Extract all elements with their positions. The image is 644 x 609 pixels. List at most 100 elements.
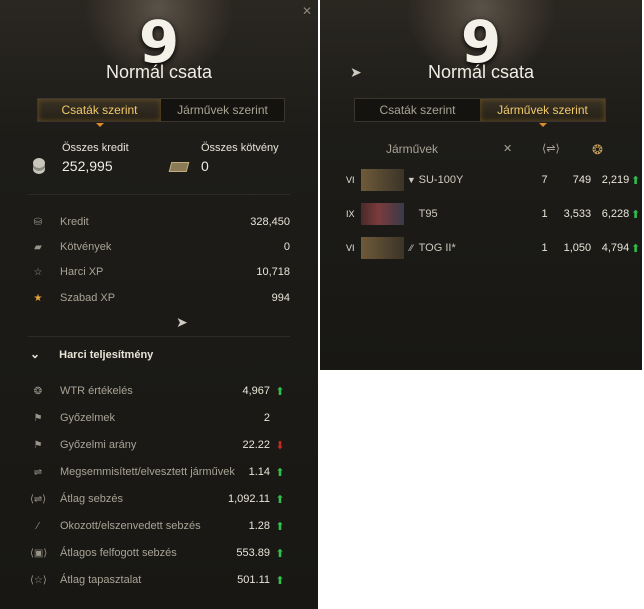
performance-label: Átlag sebzés <box>60 493 123 505</box>
stat-label: Harci XP <box>60 266 104 278</box>
trend-up-icon: ⬆ <box>275 466 285 479</box>
battle-mode-title: Normál csata <box>105 62 213 82</box>
stat-row-bonds: ▰ Kötvények 0 <box>30 237 290 257</box>
stat-label: Szabad XP <box>60 292 116 304</box>
bond-icon: ▰ <box>34 241 42 253</box>
performance-value: 1.28 <box>248 520 270 532</box>
stat-label: Kredit <box>60 216 89 228</box>
vehicle-marker-icon: ⁄⁄ <box>409 243 413 253</box>
vehicle-name: T95 <box>418 208 438 220</box>
wtr-icon: ❂ <box>33 385 43 397</box>
tank-icon <box>360 169 405 191</box>
tank-icon <box>360 237 405 259</box>
performance-value: 2 <box>263 412 270 424</box>
performance-label: Okozott/elszenvedett sebzés <box>60 520 201 532</box>
vehicle-damage: 749 <box>572 174 592 186</box>
kill-death-icon: ⇌ <box>33 466 43 478</box>
vehicle-tier: VI <box>346 175 355 185</box>
trend-up-icon: ⬆ <box>275 520 285 533</box>
trend-down-icon: ⬇ <box>275 439 285 452</box>
trend-up-icon: ⬆ <box>275 493 285 506</box>
stat-value: 0 <box>283 241 290 253</box>
performance-row: ⚑ Győzelmek 2 <box>30 408 290 428</box>
battle-results-panel-by-battles: 9 ✕ Normál csata Csaták szerint Járművek… <box>0 0 318 609</box>
performance-value: 501.11 <box>237 574 270 586</box>
combat-xp-icon: ☆ <box>33 266 43 278</box>
damage-ratio-icon: ⁄ <box>37 520 39 532</box>
stat-value: 328,450 <box>250 216 290 228</box>
tab-by-vehicles[interactable]: Járművek szerint <box>480 99 605 127</box>
free-xp-icon: ★ <box>33 292 43 304</box>
performance-value: 4,967 <box>242 385 270 397</box>
bonds-icon <box>168 162 190 172</box>
performance-label: Győzelmi arány <box>60 439 137 451</box>
total-bonds-label: Összes kötvény <box>201 142 279 154</box>
trend-up-icon: ⬆ <box>275 547 285 560</box>
vehicle-name: SU-100Y <box>418 174 464 186</box>
vehicle-damage: 1,050 <box>563 242 592 254</box>
performance-value: 22.22 <box>242 439 270 451</box>
total-credits-value: 252,995 <box>62 158 113 174</box>
vehicle-battles: 1 <box>541 242 548 254</box>
performance-row: ⚑ Győzelmi arány 22.22 ⬇ <box>30 435 290 455</box>
performance-row: ⟨▣⟩ Átlagos felfogott sebzés 553.89 ⬆ <box>30 543 290 563</box>
trend-up-icon: ⬆ <box>275 574 285 587</box>
vehicle-tier: VI <box>346 243 355 253</box>
tab-by-battles[interactable]: Csaták szerint <box>355 99 480 121</box>
performance-label: Átlag tapasztalat <box>60 574 142 586</box>
performance-row: ⟨⇌⟩ Átlag sebzés 1,092.11 ⬆ <box>30 489 290 509</box>
vehicle-marker-icon: ▼ <box>406 175 416 185</box>
vehicles-column-header: Járművek <box>386 142 439 156</box>
performance-label: Átlagos felfogott sebzés <box>60 547 177 559</box>
credit-icon: ⛁ <box>33 216 43 228</box>
vehicle-row[interactable]: VI ⁄⁄ TOG II* 1 1,050 4,794 ⬆ <box>346 236 642 260</box>
avg-xp-icon: ⟨☆⟩ <box>30 574 47 586</box>
performance-row: ⁄ Okozott/elszenvedett sebzés 1.28 ⬆ <box>30 516 290 536</box>
performance-label: Győzelmek <box>60 412 116 424</box>
performance-label: Megsemmisített/elvesztett járművek <box>60 466 235 478</box>
vehicle-damage: 3,533 <box>563 208 592 220</box>
total-credits-label: Összes kredit <box>62 142 129 154</box>
vehicle-name: TOG II* <box>418 242 456 254</box>
chevron-down-icon: ⌄ <box>30 347 41 361</box>
close-icon[interactable]: ✕ <box>302 4 312 18</box>
tab-by-vehicles[interactable]: Járművek szerint <box>161 99 284 121</box>
performance-label: WTR értékelés <box>60 385 133 397</box>
victory-flag-icon: ⚑ <box>33 412 43 424</box>
vehicle-wtr: 4,794 <box>601 242 630 254</box>
vehicle-battles: 1 <box>541 208 548 220</box>
combat-performance-header[interactable]: ⌄ Harci teljesítmény <box>30 347 153 361</box>
trend-up-icon: ⬆ <box>631 242 641 255</box>
battle-results-panel-by-vehicles: 9 Normál csata ➤ Csaták szerint Járművek… <box>320 0 642 370</box>
stat-row-credit: ⛁ Kredit 328,450 <box>30 212 290 232</box>
blocked-damage-icon: ⟨▣⟩ <box>30 547 48 559</box>
vehicle-wtr: 2,219 <box>601 174 630 186</box>
tab-by-battles[interactable]: Csaták szerint <box>38 99 161 127</box>
section-title: Harci teljesítmény <box>59 349 154 361</box>
performance-row: ❂ WTR értékelés 4,967 ⬆ <box>30 381 290 401</box>
divider <box>28 194 290 195</box>
battles-icon: ✕ <box>503 143 513 155</box>
mouse-cursor-icon: ➤ <box>350 64 362 80</box>
damage-icon: ⟨⇌⟩ <box>542 143 560 155</box>
divider <box>28 336 290 337</box>
view-tabs: Csaták szerint Járművek szerint <box>354 98 606 127</box>
stat-value: 994 <box>271 292 290 304</box>
battle-mode-title: Normál csata <box>427 62 535 82</box>
performance-value: 1.14 <box>248 466 270 478</box>
stat-label: Kötvények <box>60 241 112 253</box>
mouse-cursor-icon: ➤ <box>176 314 188 330</box>
vehicle-row[interactable]: VI ▼ SU-100Y 7 749 2,219 ⬆ <box>346 168 642 192</box>
trend-up-icon: ⬆ <box>631 208 641 221</box>
win-rate-flag-icon: ⚑ <box>33 439 43 451</box>
vehicle-row[interactable]: IX T95 1 3,533 6,228 ⬆ <box>346 202 642 226</box>
stat-row-free-xp: ★ Szabad XP 994 <box>30 288 290 308</box>
performance-row: ⟨☆⟩ Átlag tapasztalat 501.11 ⬆ <box>30 570 290 590</box>
performance-value: 1,092.11 <box>227 493 270 505</box>
performance-row: ⇌ Megsemmisített/elvesztett járművek 1.14 ⬆ <box>30 462 290 482</box>
credits-coins-icon <box>33 158 45 168</box>
trend-up-icon: ⬆ <box>275 385 285 398</box>
vehicle-tier: IX <box>346 209 355 219</box>
stat-row-combat-xp: ☆ Harci XP 10,718 <box>30 262 290 282</box>
performance-value: 553.89 <box>236 547 270 559</box>
